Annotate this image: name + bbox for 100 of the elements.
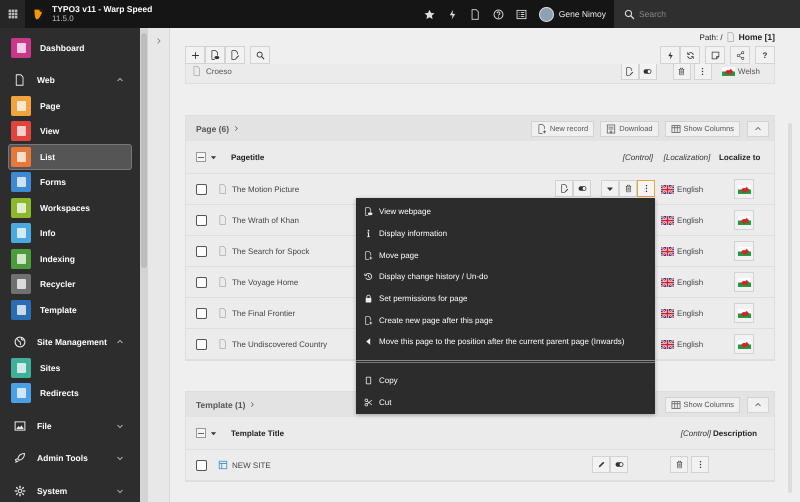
edit-button[interactable] <box>592 456 610 473</box>
menu-item[interactable]: Display change history / Un-do <box>356 266 655 288</box>
menu-item[interactable]: Create new page after this page <box>356 309 655 332</box>
reload-button[interactable] <box>680 46 700 64</box>
menu-item[interactable]: Display information <box>356 222 655 244</box>
search-field[interactable]: Search <box>614 0 800 28</box>
document-eye-icon <box>364 207 373 216</box>
view-button[interactable] <box>205 46 225 64</box>
trash-icon <box>674 460 684 469</box>
sidebar-group[interactable]: Site Management <box>0 330 140 355</box>
sidebar-item[interactable]: Info <box>8 220 132 246</box>
flag-icon <box>738 216 750 224</box>
language-label: English <box>677 308 704 318</box>
select-all-checkbox[interactable] <box>196 428 206 438</box>
menu-item[interactable]: Copy <box>356 370 655 392</box>
new-button[interactable] <box>185 46 205 64</box>
localize-button[interactable] <box>734 303 754 323</box>
select-all-checkbox[interactable] <box>196 152 206 162</box>
checkbox[interactable] <box>196 338 207 350</box>
table-cell: The Wrath of Khan <box>232 216 299 224</box>
trash-icon <box>624 184 632 193</box>
language-label: English <box>677 278 704 286</box>
menu-item[interactable]: Move this page to the position after the current parent page (Inwards) <box>356 331 655 353</box>
delete-button[interactable] <box>670 456 688 473</box>
user-menu[interactable]: Gene Nimoy <box>532 0 614 28</box>
menu-item[interactable]: Cut <box>356 392 655 414</box>
chevron-right-icon <box>154 37 162 45</box>
group-icon <box>14 484 26 497</box>
version-label: 11.5.0 <box>52 14 75 24</box>
logo-icon <box>32 8 45 20</box>
checkbox[interactable] <box>196 460 207 470</box>
sidebar-group[interactable]: Admin Tools <box>0 446 140 471</box>
app-title: TYPO3 v11 - Warp Speed <box>52 4 152 14</box>
scrollbar-thumb[interactable] <box>141 33 147 268</box>
sidebar-item[interactable]: Sites <box>8 355 132 380</box>
caret-down-icon <box>210 154 217 160</box>
sidebar-item[interactable]: Page <box>8 93 132 118</box>
help-button[interactable]: ? <box>755 46 775 64</box>
chevron-right-icon <box>233 125 240 132</box>
checkbox[interactable] <box>196 246 207 256</box>
page-icon <box>218 184 228 194</box>
sidebar-item[interactable]: Redirects <box>8 380 132 406</box>
section-title[interactable]: Page (6) <box>196 124 240 134</box>
page-icon <box>192 66 202 76</box>
localize-button[interactable] <box>734 272 754 292</box>
toggle-button[interactable] <box>610 456 628 473</box>
flag-icon <box>661 308 674 318</box>
table-cell: Croeso <box>206 66 232 76</box>
chevron-down-icon <box>116 422 124 430</box>
pencil-icon <box>596 460 606 469</box>
flag-icon <box>722 66 735 76</box>
delete-button[interactable] <box>619 180 637 197</box>
search-button[interactable] <box>250 46 270 64</box>
sidebar-item[interactable]: Recycler <box>8 272 132 297</box>
module-menu-button[interactable] <box>0 0 25 28</box>
menu-item[interactable]: Set permissions for page <box>356 288 655 310</box>
clear-cache-button[interactable] <box>660 46 680 64</box>
flag-icon <box>661 216 674 224</box>
checkbox[interactable] <box>196 308 207 318</box>
share-button[interactable] <box>730 46 750 64</box>
note-button[interactable] <box>705 46 725 64</box>
sidebar-item[interactable]: Forms <box>8 170 132 195</box>
section-title[interactable]: Template (1) <box>196 400 256 410</box>
chevron-up-icon <box>754 400 762 408</box>
flag-icon <box>661 340 674 348</box>
edit-button[interactable] <box>225 46 245 64</box>
language-label: Welsh <box>738 66 760 76</box>
sidebar-item[interactable]: Workspaces <box>8 195 132 220</box>
dropdown-button[interactable] <box>601 180 619 197</box>
localize-button[interactable] <box>734 179 754 199</box>
menu-item[interactable]: View webpage <box>356 201 655 223</box>
flag-icon <box>738 278 750 286</box>
sidebar-item[interactable]: View <box>8 118 132 144</box>
checkbox[interactable] <box>196 214 207 226</box>
localize-button[interactable] <box>734 241 754 261</box>
sidebar-group[interactable]: File <box>0 413 140 438</box>
localize-button[interactable] <box>734 210 754 230</box>
localize-button[interactable] <box>734 334 754 354</box>
sidebar-group[interactable]: System <box>0 478 140 502</box>
menu-item[interactable]: Move page <box>356 244 655 266</box>
column-header: Description <box>713 428 758 438</box>
scissors-icon <box>364 398 373 407</box>
toggle-button[interactable] <box>573 180 591 197</box>
checkbox[interactable] <box>196 184 207 194</box>
table-cell: The Undiscovered Country <box>232 340 328 348</box>
sidebar-item[interactable]: Dashboard <box>8 35 132 60</box>
search-icon <box>624 8 635 20</box>
grid-icon <box>8 9 18 19</box>
caret-down-icon <box>210 430 217 436</box>
sidebar-item[interactable]: Template <box>8 297 132 322</box>
page-icon <box>726 32 736 42</box>
checkbox[interactable] <box>196 276 207 288</box>
flag-icon <box>738 246 750 256</box>
sidebar-item[interactable]: List <box>8 144 132 170</box>
document-eye-icon <box>210 50 220 60</box>
sidebar-group[interactable]: Web <box>0 68 140 93</box>
sidebar-item[interactable]: Indexing <box>8 246 132 272</box>
edit-button[interactable] <box>555 180 573 197</box>
column-header: [Localization] <box>662 152 712 162</box>
path-label: Path: / <box>700 32 723 42</box>
